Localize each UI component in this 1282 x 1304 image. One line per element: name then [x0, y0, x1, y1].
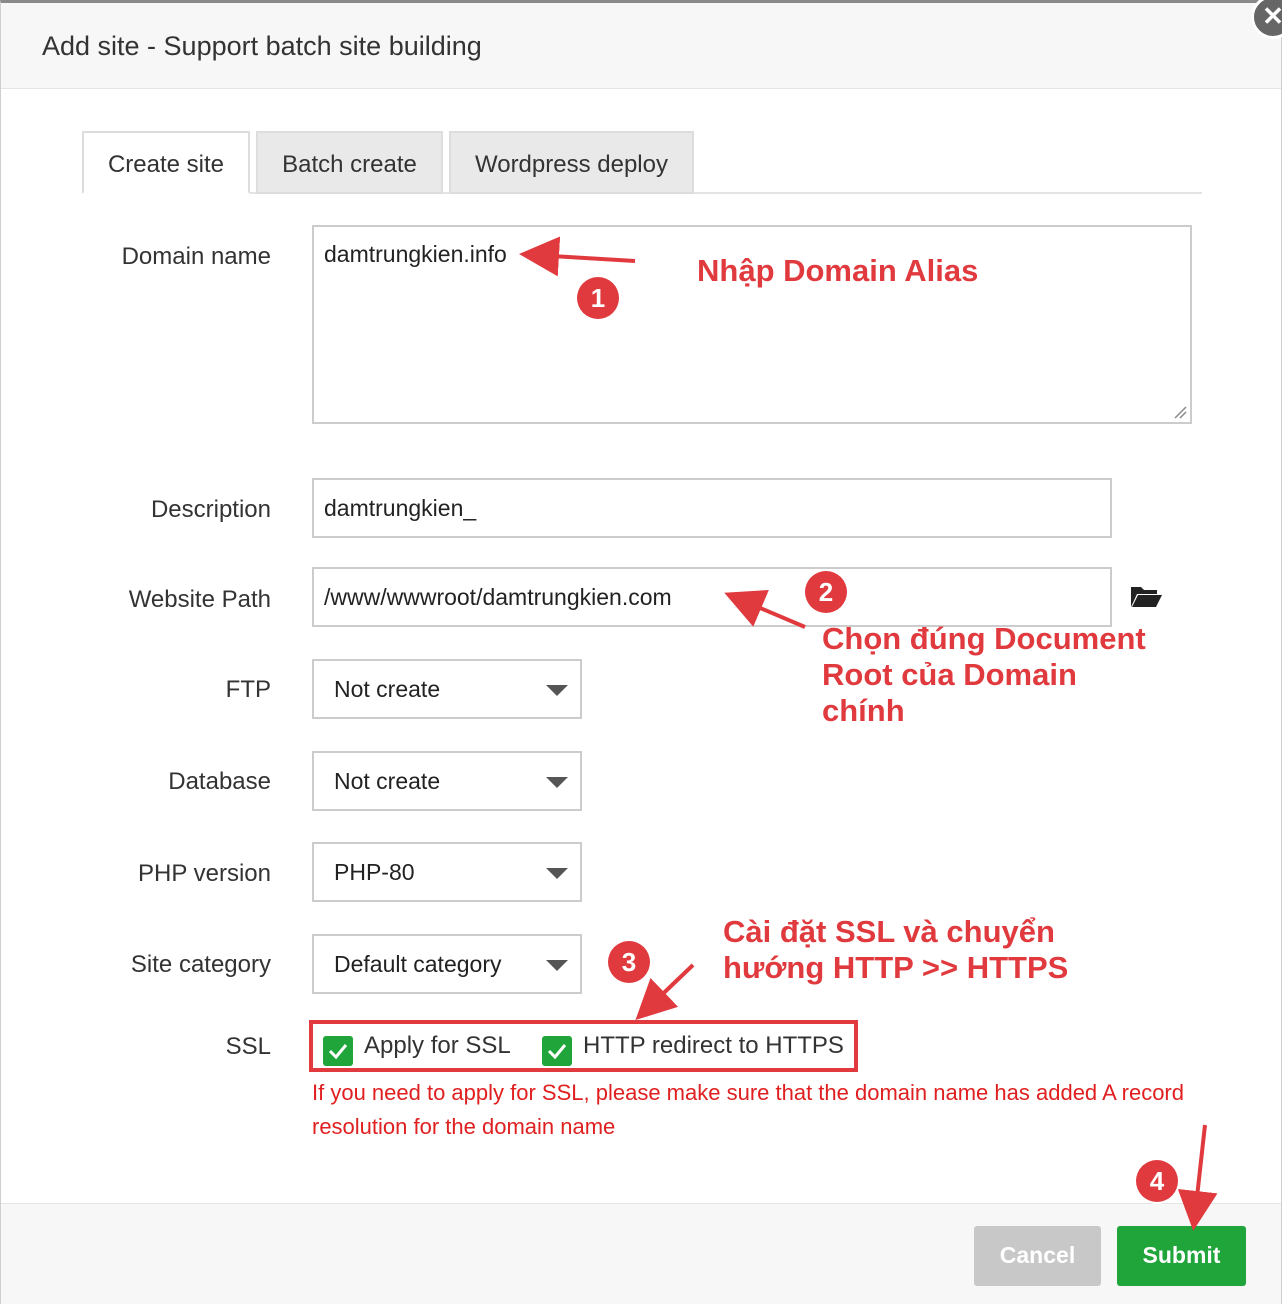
annotation-badge-2: 2: [805, 571, 847, 613]
annotation-badge-1: 1: [577, 277, 619, 319]
arrow-4: [1177, 1124, 1218, 1231]
annotation-note-3-line-2: hướng HTTP >> HTTPS: [723, 950, 1069, 985]
arrow-2: [724, 589, 806, 629]
annotation-note-2-line-3: chính: [822, 693, 905, 728]
add-site-dialog: Add site - Support batch site building ✕…: [0, 0, 1282, 1304]
annotation-note-2-line-1: Chọn đúng Document: [822, 621, 1146, 656]
arrow-1: [519, 236, 636, 277]
annotation-note-2: Chọn đúng Document Root của Domain chính: [822, 621, 1146, 729]
annotation-note-3: Cài đặt SSL và chuyển hướng HTTP >> HTTP…: [723, 914, 1068, 986]
arrow-3: [635, 963, 695, 1021]
annotation-badge-4: 4: [1136, 1160, 1178, 1202]
annotation-note-2-line-2: Root của Domain: [822, 657, 1077, 692]
annotation-badge-3: 3: [608, 941, 650, 983]
annotation-note-3-line-1: Cài đặt SSL và chuyển: [723, 914, 1055, 949]
annotation-note-1: Nhập Domain Alias: [697, 253, 979, 288]
